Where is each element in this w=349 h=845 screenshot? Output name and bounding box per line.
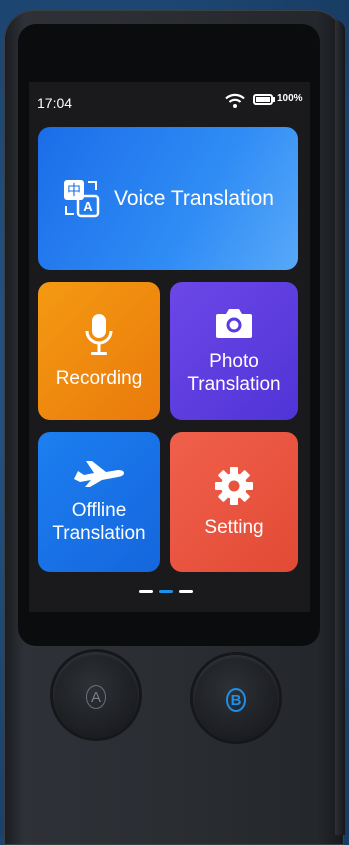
photo-label-line2: Translation — [187, 374, 281, 395]
wifi-icon — [225, 93, 245, 108]
offline-translation-tile[interactable]: Offline Translation — [38, 432, 160, 572]
recording-tile[interactable]: Recording — [38, 282, 160, 420]
setting-label: Setting — [204, 516, 264, 538]
hardware-button-b[interactable]: B — [193, 655, 279, 741]
photo-translation-tile[interactable]: Photo Translation — [170, 282, 298, 420]
gear-icon — [215, 466, 253, 505]
status-bar: 17:04 100% — [29, 82, 310, 122]
microphone-icon — [85, 313, 113, 355]
airplane-icon — [74, 461, 124, 487]
voice-translation-label: Voice Translation — [114, 187, 274, 210]
battery-percent: 100% — [277, 93, 303, 104]
button-b-label: B — [226, 688, 246, 712]
translate-icon: 中 A — [64, 179, 100, 217]
battery-cap — [273, 97, 275, 102]
page-indicator — [139, 590, 199, 594]
page-indicator-dot — [179, 590, 193, 593]
button-a-label: A — [86, 685, 106, 709]
voice-translation-tile[interactable]: 中 A Voice Translation — [38, 127, 298, 270]
page-indicator-dot — [139, 590, 153, 593]
photo-label-line1: Photo — [209, 351, 259, 372]
status-time: 17:04 — [37, 95, 73, 111]
offline-label-line2: Translation — [52, 523, 146, 544]
device-edge — [335, 20, 345, 835]
battery-icon — [253, 94, 273, 105]
offline-label-line1: Offline — [71, 500, 127, 521]
page-indicator-dot — [159, 590, 173, 593]
device-screen: 17:04 100% 中 A Voice Translation Recordi… — [29, 82, 310, 612]
translate-icon-letter: A — [83, 199, 93, 214]
hardware-button-a[interactable]: A — [53, 652, 139, 738]
camera-icon — [216, 309, 252, 338]
translate-icon-glyph: 中 — [67, 183, 81, 199]
setting-tile[interactable]: Setting — [170, 432, 298, 572]
recording-label: Recording — [55, 367, 143, 389]
